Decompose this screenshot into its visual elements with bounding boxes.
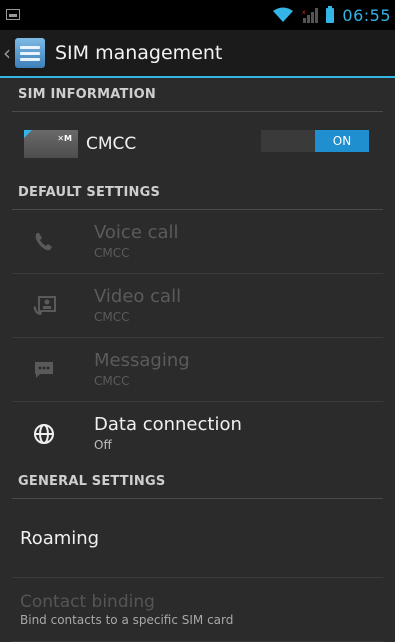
- contact-binding-setting[interactable]: Contact binding Bind contacts to a speci…: [12, 578, 383, 642]
- section-header-sim-information: SIM INFORMATION: [12, 78, 383, 112]
- section-header-default-settings: DEFAULT SETTINGS: [12, 176, 383, 210]
- svg-text:x: x: [302, 9, 306, 16]
- setting-title: Data connection: [94, 414, 242, 435]
- setting-title: Voice call: [94, 222, 179, 243]
- globe-icon: [32, 422, 72, 446]
- action-bar: ‹ SIM management: [0, 30, 395, 78]
- setting-title: Contact binding: [20, 592, 155, 612]
- toggle-on-label: ON: [315, 130, 369, 152]
- sim-toggle[interactable]: ON: [261, 130, 369, 152]
- sim-card-icon: ✕M: [24, 130, 78, 158]
- phone-icon: [32, 230, 72, 254]
- setting-subtitle: Off: [94, 438, 112, 452]
- setting-subtitle: Bind contacts to a specific SIM card: [20, 613, 234, 627]
- setting-video-call[interactable]: Video call CMCC: [12, 274, 383, 338]
- notification-icon: [6, 9, 20, 20]
- setting-subtitle: CMCC: [94, 374, 130, 388]
- page-title: SIM management: [55, 42, 223, 64]
- roaming-setting[interactable]: Roaming: [12, 499, 383, 578]
- status-bar: x 06:55: [0, 0, 395, 30]
- back-caret-icon[interactable]: ‹: [3, 41, 13, 65]
- message-icon: [32, 358, 72, 382]
- setting-messaging[interactable]: Messaging CMCC: [12, 338, 383, 402]
- wifi-icon: [273, 7, 294, 22]
- clock: 06:55: [342, 5, 391, 25]
- sim-row[interactable]: ✕M CMCC ON: [0, 112, 395, 176]
- sim-name: CMCC: [86, 134, 137, 154]
- settings-list: SIM INFORMATION ✕M CMCC ON DEFAULT SETTI…: [0, 78, 395, 642]
- signal-icon: x: [302, 8, 319, 23]
- video-call-icon: [32, 294, 72, 318]
- status-icons: x 06:55: [272, 0, 391, 30]
- section-header-general-settings: GENERAL SETTINGS: [12, 465, 383, 499]
- setting-title: Messaging: [94, 350, 190, 371]
- setting-voice-call[interactable]: Voice call CMCC: [12, 210, 383, 274]
- setting-subtitle: CMCC: [94, 246, 130, 260]
- battery-icon: [326, 5, 335, 23]
- setting-subtitle: CMCC: [94, 310, 130, 324]
- sim-settings-icon[interactable]: [15, 38, 45, 68]
- setting-data-connection[interactable]: Data connection Off: [12, 402, 383, 465]
- setting-title: Video call: [94, 286, 182, 307]
